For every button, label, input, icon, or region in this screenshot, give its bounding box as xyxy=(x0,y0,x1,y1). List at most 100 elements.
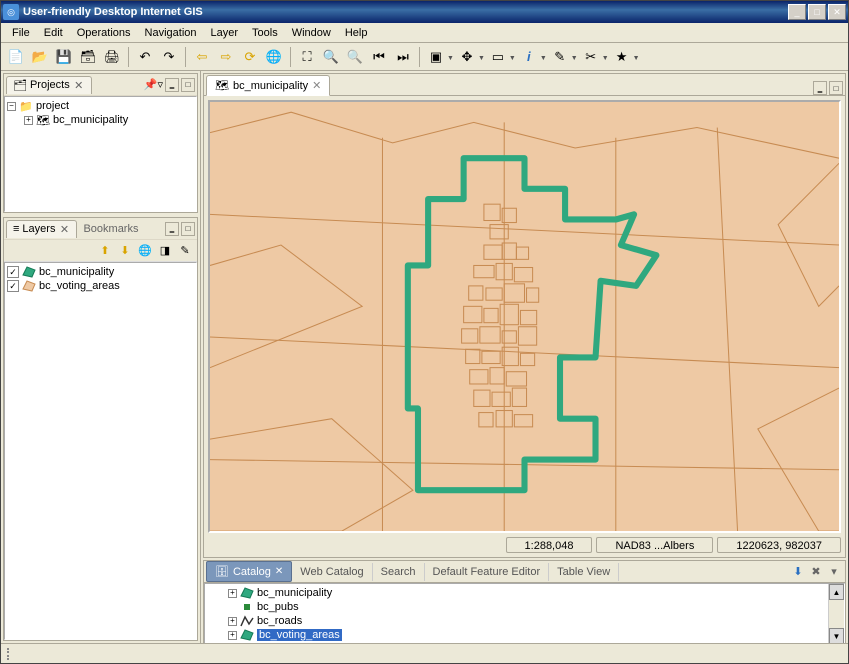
move-up-icon[interactable]: ⬆ xyxy=(97,243,113,259)
pin-icon[interactable]: 📌 xyxy=(144,78,158,91)
expander-icon[interactable]: − xyxy=(7,102,16,111)
menu-help[interactable]: Help xyxy=(338,25,375,41)
world-icon[interactable]: 🌐 xyxy=(263,46,285,68)
expander-icon[interactable]: + xyxy=(228,589,237,598)
layer-row[interactable]: ✓ bc_voting_areas xyxy=(7,279,194,293)
open-icon[interactable]: 📂 xyxy=(29,46,51,68)
edit-layer-icon[interactable]: ✎ xyxy=(177,243,193,259)
import-icon[interactable]: ⬇ xyxy=(789,564,807,580)
menu-edit[interactable]: Edit xyxy=(37,25,70,41)
collapse-icon[interactable]: ▿ xyxy=(157,78,163,91)
minimize-panel-button[interactable]: ‗ xyxy=(165,78,179,92)
catalog-tab-table[interactable]: Table View xyxy=(549,563,619,581)
catalog-tab-editor[interactable]: Default Feature Editor xyxy=(425,563,550,581)
minimize-panel-button[interactable]: ‗ xyxy=(813,81,827,95)
catalog-row[interactable]: + bc_voting_areas xyxy=(207,628,842,642)
layer-tool-icon[interactable]: ▣ xyxy=(425,46,447,68)
catalog-row[interactable]: + bc_roads xyxy=(207,614,842,628)
menu-navigation[interactable]: Navigation xyxy=(138,25,204,41)
catalog-tool-icon[interactable]: ★ xyxy=(611,46,633,68)
move-down-icon[interactable]: ⬇ xyxy=(117,243,133,259)
catalog-tab-search[interactable]: Search xyxy=(373,563,425,581)
scroll-up-icon[interactable]: ▲ xyxy=(829,584,844,600)
folder-icon: 📁 xyxy=(19,100,33,112)
back-arrow-icon[interactable]: ⇦ xyxy=(191,46,213,68)
chevron-down-icon[interactable]: ▼ xyxy=(633,51,640,62)
refresh-icon[interactable]: ⟳ xyxy=(239,46,261,68)
layer-row[interactable]: ✓ bc_municipality xyxy=(7,265,194,279)
map-crs[interactable]: NAD83 ...Albers xyxy=(596,537,713,553)
close-tab-icon[interactable]: ✕ xyxy=(312,79,321,92)
map-area: 🗺 bc_municipality ✕ ‗ □ xyxy=(203,73,846,558)
separator-icon xyxy=(185,47,186,67)
save-icon[interactable]: 💾 xyxy=(53,46,75,68)
projects-tree: − 📁 project + 🗺 bc_municipality xyxy=(4,96,197,212)
globe-icon[interactable]: 🌐 xyxy=(137,243,153,259)
chevron-down-icon[interactable]: ▼ xyxy=(540,51,547,62)
maximize-panel-button[interactable]: □ xyxy=(181,222,195,236)
style-icon[interactable]: ◨ xyxy=(157,243,173,259)
zoom-next-icon[interactable]: ⏭ xyxy=(392,46,414,68)
remove-icon[interactable]: ✖ xyxy=(807,564,825,580)
catalog-row[interactable]: bc_pubs xyxy=(207,600,842,614)
map-tab[interactable]: 🗺 bc_municipality ✕ xyxy=(206,75,330,96)
zoom-prev-icon[interactable]: ⏮ xyxy=(368,46,390,68)
menu-operations[interactable]: Operations xyxy=(70,25,138,41)
new-icon[interactable]: 📄 xyxy=(5,46,27,68)
select-tool-icon[interactable]: ▭ xyxy=(487,46,509,68)
redo-icon[interactable]: ↷ xyxy=(158,46,180,68)
status-grip-icon xyxy=(7,648,15,660)
minimize-button[interactable]: _ xyxy=(788,4,806,20)
save-all-icon[interactable]: 🗃 xyxy=(77,46,99,68)
map-statusbar: 1:288,048 NAD83 ...Albers 1220623, 98203… xyxy=(204,537,845,557)
undo-icon[interactable]: ↶ xyxy=(134,46,156,68)
catalog-tab-active[interactable]: 🗄 Catalog ✕ xyxy=(206,561,292,582)
menu-icon[interactable]: ▾ xyxy=(825,564,843,580)
tree-row[interactable]: − 📁 project xyxy=(7,99,194,113)
zoom-out-icon[interactable]: 🔍 xyxy=(344,46,366,68)
scroll-down-icon[interactable]: ▼ xyxy=(829,628,844,643)
close-tab-icon[interactable]: ✕ xyxy=(58,223,70,236)
maximize-button[interactable]: □ xyxy=(808,4,826,20)
layer-checkbox[interactable]: ✓ xyxy=(7,280,19,292)
chevron-down-icon[interactable]: ▼ xyxy=(478,51,485,62)
maximize-panel-button[interactable]: □ xyxy=(829,81,843,95)
layer-checkbox[interactable]: ✓ xyxy=(7,266,19,278)
minimize-panel-button[interactable]: ‗ xyxy=(165,222,179,236)
projects-tab[interactable]: 🗂 Projects ✕ xyxy=(6,76,92,94)
layers-tab[interactable]: ≡ Layers ✕ xyxy=(6,220,77,238)
map-canvas[interactable] xyxy=(208,100,841,533)
print-icon[interactable]: 🖨 xyxy=(101,46,123,68)
scrollbar[interactable]: ▲ ▼ xyxy=(828,584,844,643)
layers-panel: ≡ Layers ✕ Bookmarks ‗ □ ⬆ ⬇ 🌐 ◨ ✎ ✓ xyxy=(3,217,198,641)
measure-tool-icon[interactable]: ✎ xyxy=(549,46,571,68)
info-tool-icon[interactable]: i xyxy=(518,46,540,68)
expander-icon[interactable]: + xyxy=(228,617,237,626)
menu-file[interactable]: File xyxy=(5,25,37,41)
menu-tools[interactable]: Tools xyxy=(245,25,285,41)
chevron-down-icon[interactable]: ▼ xyxy=(571,51,578,62)
map-scale[interactable]: 1:288,048 xyxy=(506,537,593,553)
zoom-in-icon[interactable]: 🔍 xyxy=(320,46,342,68)
bookmarks-tab[interactable]: Bookmarks xyxy=(77,221,144,237)
tree-row[interactable]: + 🗺 bc_municipality xyxy=(7,113,194,127)
menu-layer[interactable]: Layer xyxy=(204,25,246,41)
catalog-tab-web[interactable]: Web Catalog xyxy=(292,563,372,581)
catalog-row[interactable]: + bc_municipality xyxy=(207,586,842,600)
close-tab-icon[interactable]: ✕ xyxy=(275,566,283,577)
expander-icon[interactable]: + xyxy=(228,631,237,640)
chevron-down-icon[interactable]: ▼ xyxy=(509,51,516,62)
catalog-item-label: bc_voting_areas xyxy=(257,629,342,641)
maximize-panel-button[interactable]: □ xyxy=(181,78,195,92)
close-tab-icon[interactable]: ✕ xyxy=(73,79,85,92)
expander-icon[interactable]: + xyxy=(24,116,33,125)
close-button[interactable]: ✕ xyxy=(828,4,846,20)
menu-window[interactable]: Window xyxy=(285,25,338,41)
chevron-down-icon[interactable]: ▼ xyxy=(602,51,609,62)
layer-label: bc_voting_areas xyxy=(39,280,120,292)
forward-arrow-icon[interactable]: ⇨ xyxy=(215,46,237,68)
zoom-extent-icon[interactable]: ⛶ xyxy=(296,46,318,68)
chevron-down-icon[interactable]: ▼ xyxy=(447,51,454,62)
pan-tool-icon[interactable]: ✥ xyxy=(456,46,478,68)
edit-tool-icon[interactable]: ✂ xyxy=(580,46,602,68)
